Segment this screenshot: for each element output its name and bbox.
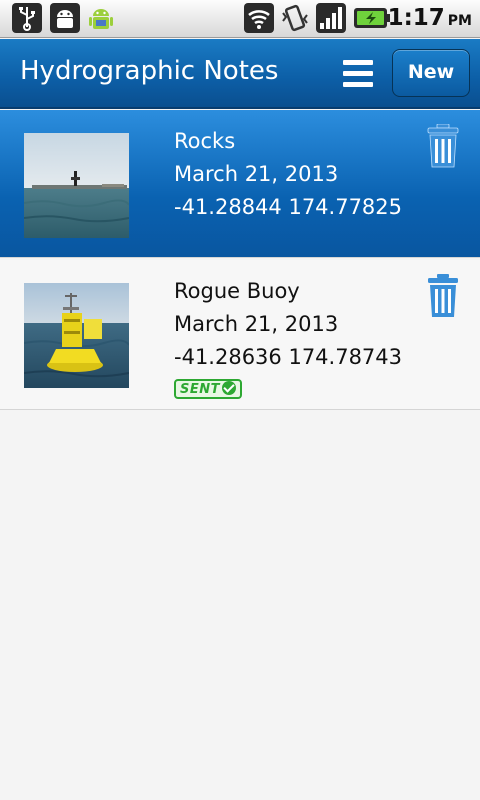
android-debug-icon [50, 3, 80, 33]
action-bar: Hydrographic Notes New [0, 39, 480, 109]
note-title: Rocks [174, 129, 236, 153]
wifi-icon [244, 3, 274, 33]
battery-charging-icon [354, 8, 390, 28]
android-notification-icon [89, 9, 113, 29]
app-title: Hydrographic Notes [20, 56, 279, 86]
notes-list: Rocks March 21, 2013 -41.28844 174.77825 [0, 110, 480, 410]
note-date: March 21, 2013 [174, 312, 339, 336]
clock: 1:17 PM [388, 5, 472, 31]
signal-icon [316, 3, 346, 33]
clock-ampm: PM [447, 13, 472, 29]
note-coordinates: -41.28844 174.77825 [174, 195, 403, 219]
check-icon [222, 381, 236, 395]
note-title: Rogue Buoy [174, 279, 300, 303]
note-coordinates: -41.28636 174.78743 [174, 345, 403, 369]
vibrate-icon [282, 4, 308, 32]
trash-icon[interactable] [427, 124, 459, 168]
rocks-photo [24, 133, 129, 238]
usb-icon [12, 3, 42, 33]
clock-time: 1:17 [387, 5, 445, 31]
sent-label: SENT [180, 382, 220, 397]
sent-badge: SENT [174, 379, 242, 399]
list-item[interactable]: Rocks March 21, 2013 -41.28844 174.77825 [0, 110, 480, 258]
list-item[interactable]: Rogue Buoy March 21, 2013 -41.28636 174.… [0, 260, 480, 410]
new-note-button[interactable]: New [392, 49, 470, 97]
note-date: March 21, 2013 [174, 162, 339, 186]
status-bar: 1:17 PM [0, 0, 480, 38]
buoy-photo [24, 283, 129, 388]
trash-icon[interactable] [427, 274, 459, 318]
note-details: Rogue Buoy March 21, 2013 -41.28636 174.… [174, 276, 402, 399]
note-details: Rocks March 21, 2013 -41.28844 174.77825 [174, 126, 402, 225]
menu-icon[interactable] [336, 55, 380, 93]
